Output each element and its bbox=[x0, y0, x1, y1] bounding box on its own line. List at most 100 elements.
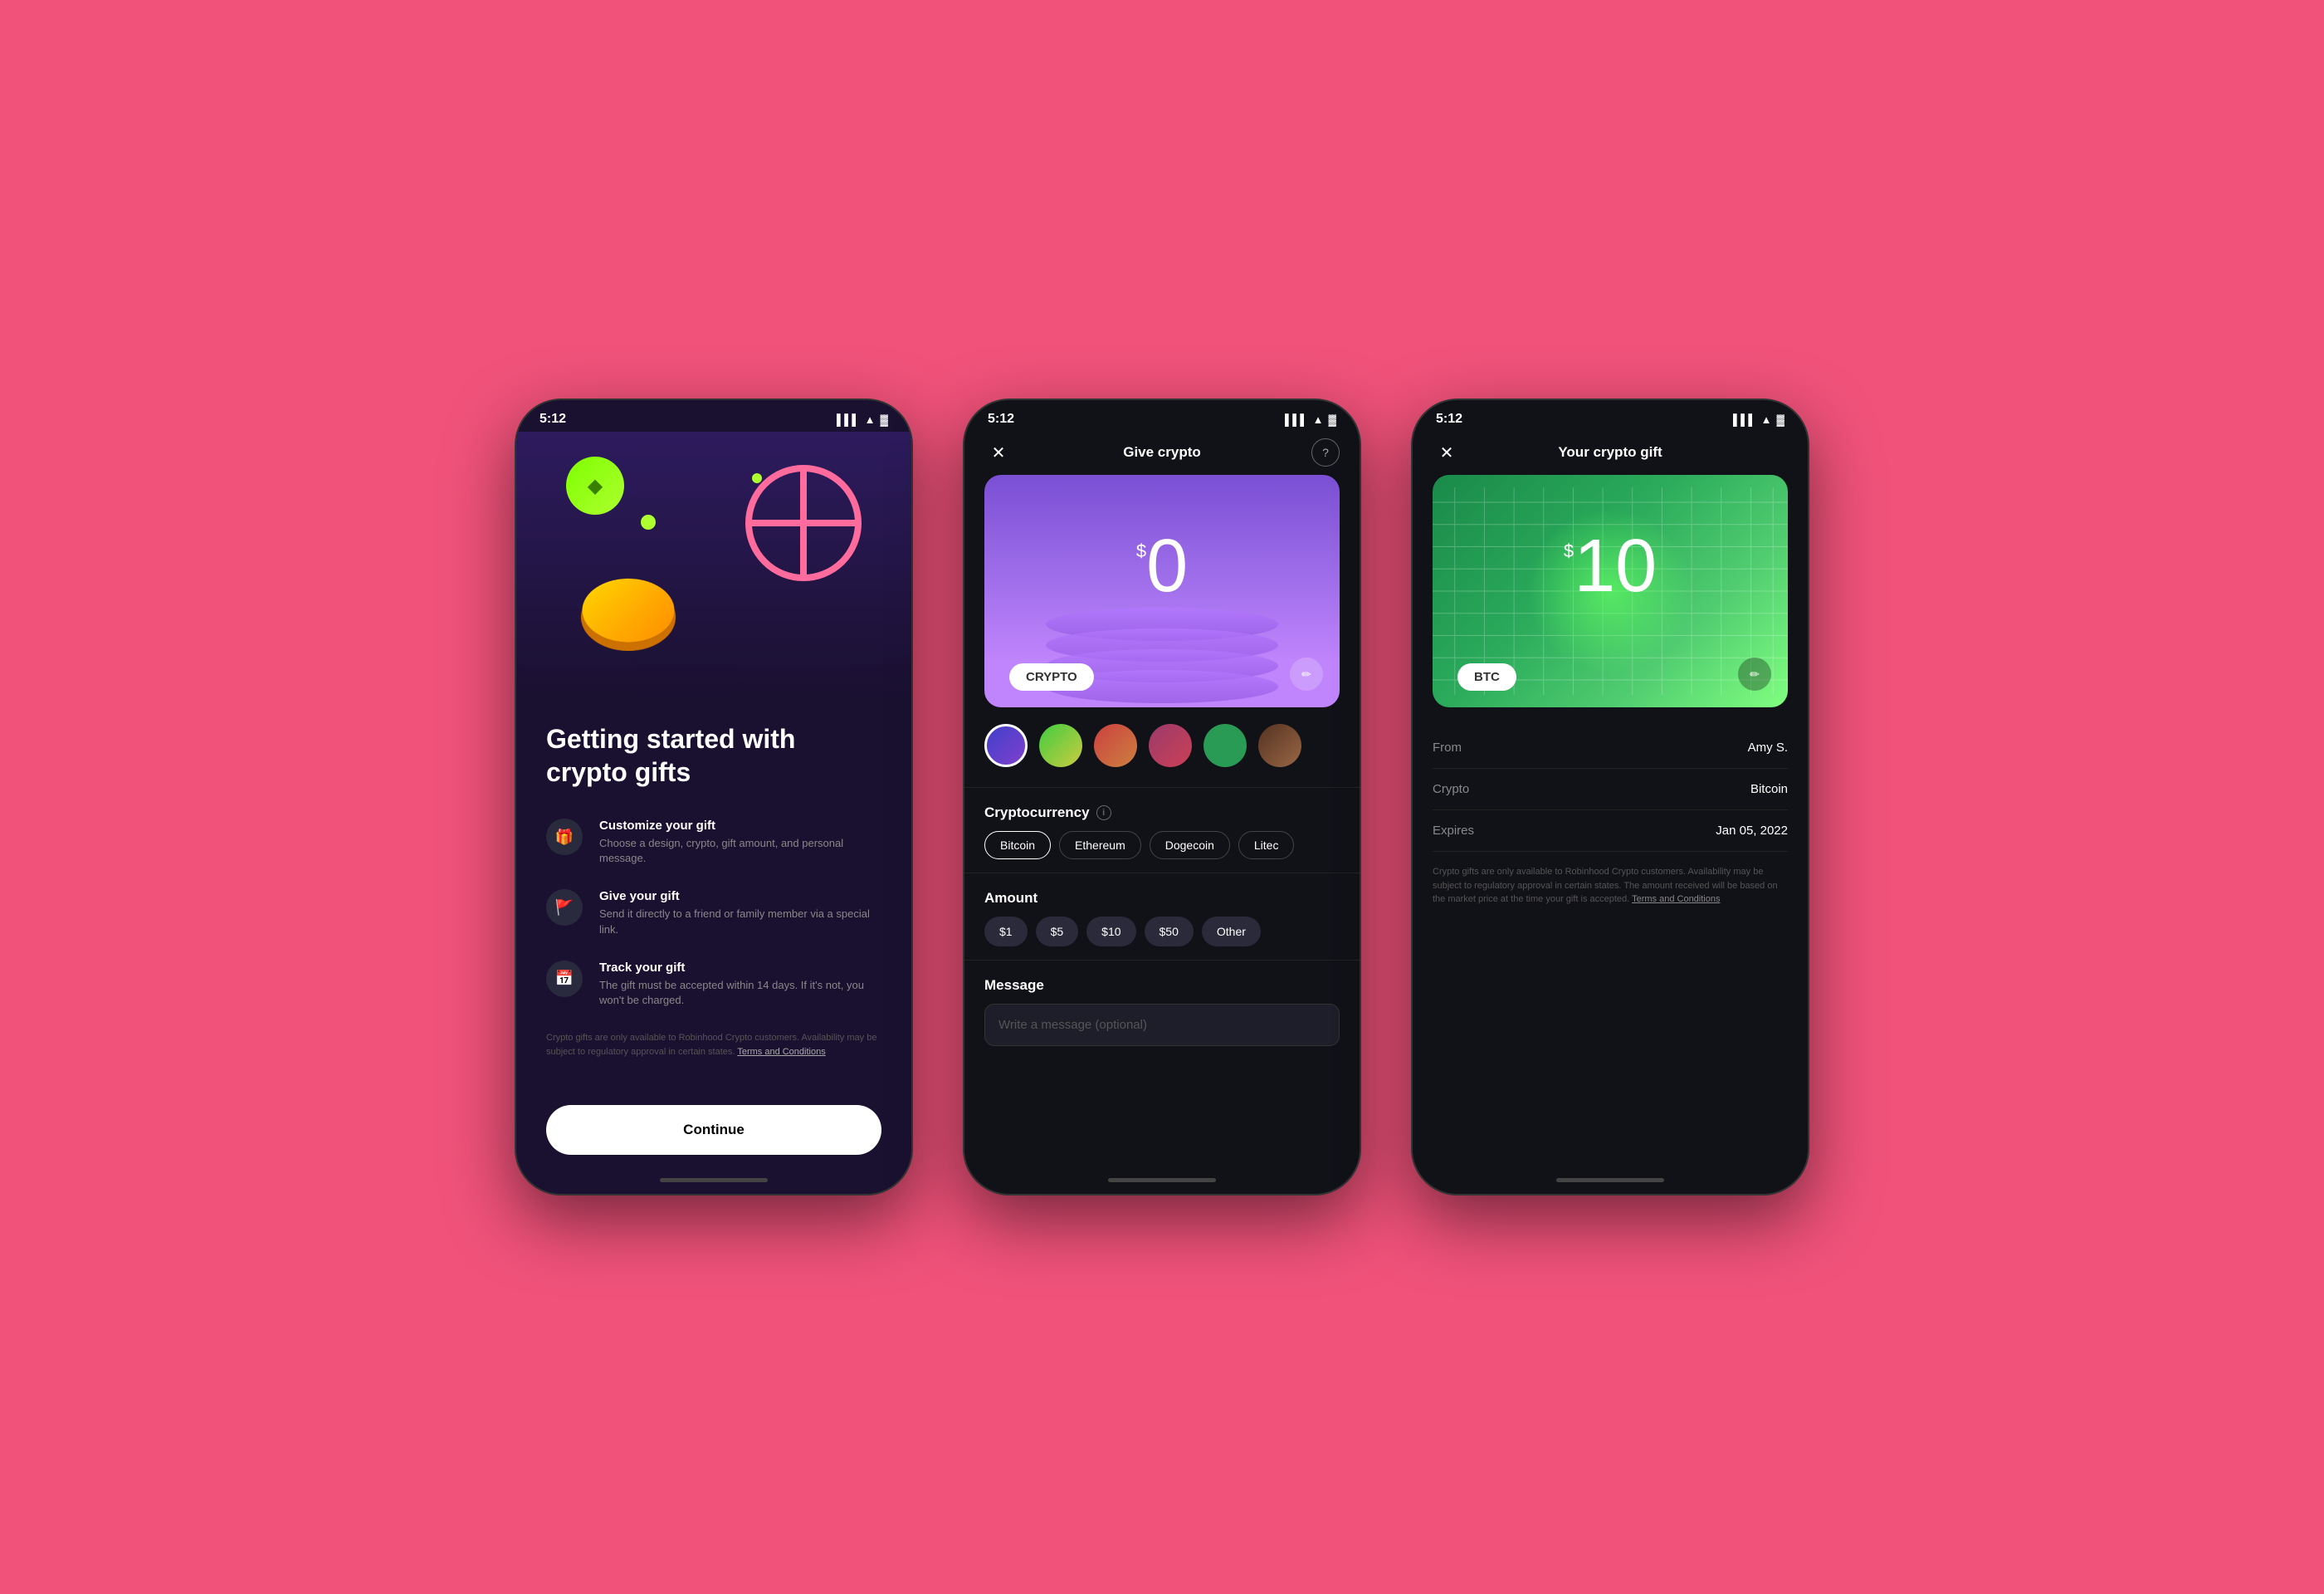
amount-5[interactable]: $5 bbox=[1036, 917, 1079, 946]
info-row-expires: Expires Jan 05, 2022 bbox=[1433, 810, 1788, 852]
customize-icon: 🎁 bbox=[546, 819, 583, 855]
from-value: Amy S. bbox=[1748, 741, 1788, 755]
gift-amount: $ 10 bbox=[1564, 529, 1657, 604]
home-indicator-1 bbox=[660, 1178, 768, 1182]
home-indicator-3 bbox=[1556, 1178, 1664, 1182]
status-time-1: 5:12 bbox=[540, 412, 566, 427]
amount-label: Amount bbox=[984, 890, 1340, 907]
gift-card: $ 10 BTC ✏ bbox=[1433, 475, 1788, 707]
gift-edit-button[interactable]: ✏ bbox=[1738, 658, 1771, 691]
message-label: Message bbox=[984, 977, 1340, 994]
status-time-3: 5:12 bbox=[1436, 412, 1462, 427]
signal-icon: ▌▌▌ bbox=[837, 413, 860, 426]
cryptocurrency-section: Cryptocurrency i Bitcoin Ethereum Dogeco… bbox=[964, 791, 1360, 859]
hero-dot-2 bbox=[752, 473, 762, 483]
give-desc: Send it directly to a friend or family m… bbox=[599, 907, 881, 936]
gift-label: BTC bbox=[1457, 663, 1516, 691]
phone1-content: Getting started with crypto gifts 🎁 Cust… bbox=[516, 697, 911, 1088]
battery-icon-3: ▓ bbox=[1777, 413, 1784, 426]
amount-1[interactable]: $1 bbox=[984, 917, 1028, 946]
close-button-2[interactable]: ✕ bbox=[984, 438, 1013, 467]
terms-link-3[interactable]: Terms and Conditions bbox=[1632, 894, 1720, 904]
wifi-icon: ▲ bbox=[865, 413, 876, 426]
nav-title-3: Your crypto gift bbox=[1558, 444, 1662, 461]
status-icons-2: ▌▌▌ ▲ ▓ bbox=[1285, 413, 1336, 426]
phone-crypto-gift: 5:12 ▌▌▌ ▲ ▓ ✕ Your crypto gift bbox=[1411, 398, 1809, 1196]
status-icons-1: ▌▌▌ ▲ ▓ bbox=[837, 413, 888, 426]
amount-50[interactable]: $50 bbox=[1145, 917, 1194, 946]
chip-dogecoin[interactable]: Dogecoin bbox=[1150, 831, 1230, 859]
phones-container: 5:12 ▌▌▌ ▲ ▓ Getting started with crypto… bbox=[515, 398, 1809, 1196]
battery-icon: ▓ bbox=[881, 413, 888, 426]
wifi-icon-2: ▲ bbox=[1313, 413, 1324, 426]
theme-dot-3[interactable] bbox=[1094, 724, 1137, 767]
track-desc: The gift must be accepted within 14 days… bbox=[599, 978, 881, 1008]
from-label: From bbox=[1433, 741, 1462, 755]
message-input[interactable]: Write a message (optional) bbox=[984, 1004, 1340, 1046]
divider-3 bbox=[964, 960, 1360, 961]
amount-section: Amount $1 $5 $10 $50 Other bbox=[964, 877, 1360, 946]
amount-other[interactable]: Other bbox=[1202, 917, 1261, 946]
give-title: Give your gift bbox=[599, 889, 881, 903]
gift-amount-num: 10 bbox=[1574, 529, 1657, 604]
status-bar-1: 5:12 ▌▌▌ ▲ ▓ bbox=[516, 400, 911, 432]
wifi-icon-3: ▲ bbox=[1761, 413, 1772, 426]
card-amount: $ 0 bbox=[1136, 529, 1188, 604]
feature-track: 📅 Track your gift The gift must be accep… bbox=[546, 961, 881, 1008]
signal-icon-3: ▌▌▌ bbox=[1733, 413, 1756, 426]
nav-bar-2: ✕ Give crypto ? bbox=[964, 432, 1360, 475]
theme-dots bbox=[964, 724, 1360, 784]
gift-dollar: $ bbox=[1564, 540, 1574, 562]
nav-title-2: Give crypto bbox=[1123, 444, 1201, 461]
phone-getting-started: 5:12 ▌▌▌ ▲ ▓ Getting started with crypto… bbox=[515, 398, 913, 1196]
phone1-disclaimer: Crypto gifts are only available to Robin… bbox=[546, 1031, 881, 1059]
crypto-label: Cryptocurrency i bbox=[984, 804, 1340, 821]
expires-label: Expires bbox=[1433, 824, 1474, 838]
give-icon: 🚩 bbox=[546, 889, 583, 926]
expires-value: Jan 05, 2022 bbox=[1716, 824, 1788, 838]
card-edit-button[interactable]: ✏ bbox=[1290, 658, 1323, 691]
theme-dot-6[interactable] bbox=[1258, 724, 1301, 767]
crypto-value: Bitcoin bbox=[1750, 782, 1788, 796]
gift-disclaimer: Crypto gifts are only available to Robin… bbox=[1413, 852, 1808, 920]
signal-icon-2: ▌▌▌ bbox=[1285, 413, 1308, 426]
yellow-coin bbox=[575, 579, 681, 643]
chip-litecoin[interactable]: Litec bbox=[1238, 831, 1295, 859]
terms-link-1[interactable]: Terms and Conditions bbox=[737, 1047, 825, 1057]
customize-desc: Choose a design, crypto, gift amount, an… bbox=[599, 836, 881, 866]
amount-10[interactable]: $10 bbox=[1086, 917, 1135, 946]
home-indicator-2 bbox=[1108, 1178, 1216, 1182]
info-table: From Amy S. Crypto Bitcoin Expires Jan 0… bbox=[1413, 727, 1808, 852]
phone-give-crypto: 5:12 ▌▌▌ ▲ ▓ ✕ Give crypto ? $ bbox=[963, 398, 1361, 1196]
crypto-chips: Bitcoin Ethereum Dogecoin Litec bbox=[984, 831, 1340, 859]
chip-bitcoin[interactable]: Bitcoin bbox=[984, 831, 1051, 859]
status-bar-3: 5:12 ▌▌▌ ▲ ▓ bbox=[1413, 400, 1808, 432]
status-bar-2: 5:12 ▌▌▌ ▲ ▓ bbox=[964, 400, 1360, 432]
chip-ethereum[interactable]: Ethereum bbox=[1059, 831, 1141, 859]
status-time-2: 5:12 bbox=[988, 412, 1014, 427]
track-title: Track your gift bbox=[599, 961, 881, 975]
crypto-label-row: Crypto bbox=[1433, 782, 1469, 796]
divider-1 bbox=[964, 787, 1360, 788]
card-amount-num: 0 bbox=[1146, 529, 1188, 604]
theme-dot-1[interactable] bbox=[984, 724, 1028, 767]
nav-bar-3: ✕ Your crypto gift bbox=[1413, 432, 1808, 475]
card-dollar: $ bbox=[1136, 540, 1146, 562]
feature-track-text: Track your gift The gift must be accepte… bbox=[599, 961, 881, 1008]
track-icon: 📅 bbox=[546, 961, 583, 997]
theme-dot-5[interactable] bbox=[1204, 724, 1247, 767]
continue-button[interactable]: Continue bbox=[546, 1105, 881, 1155]
crypto-info-icon[interactable]: i bbox=[1096, 805, 1111, 820]
feature-customize-text: Customize your gift Choose a design, cry… bbox=[599, 819, 881, 866]
hero-illustration bbox=[516, 432, 911, 697]
feature-give-text: Give your gift Send it directly to a fri… bbox=[599, 889, 881, 936]
close-button-3[interactable]: ✕ bbox=[1433, 438, 1461, 467]
theme-dot-4[interactable] bbox=[1149, 724, 1192, 767]
message-section: Message Write a message (optional) bbox=[964, 964, 1360, 1056]
help-button[interactable]: ? bbox=[1311, 438, 1340, 467]
theme-dot-2[interactable] bbox=[1039, 724, 1082, 767]
customize-title: Customize your gift bbox=[599, 819, 881, 833]
amount-chips-row: $1 $5 $10 $50 Other bbox=[984, 917, 1340, 946]
getting-started-title: Getting started with crypto gifts bbox=[546, 722, 881, 789]
battery-icon-2: ▓ bbox=[1329, 413, 1336, 426]
